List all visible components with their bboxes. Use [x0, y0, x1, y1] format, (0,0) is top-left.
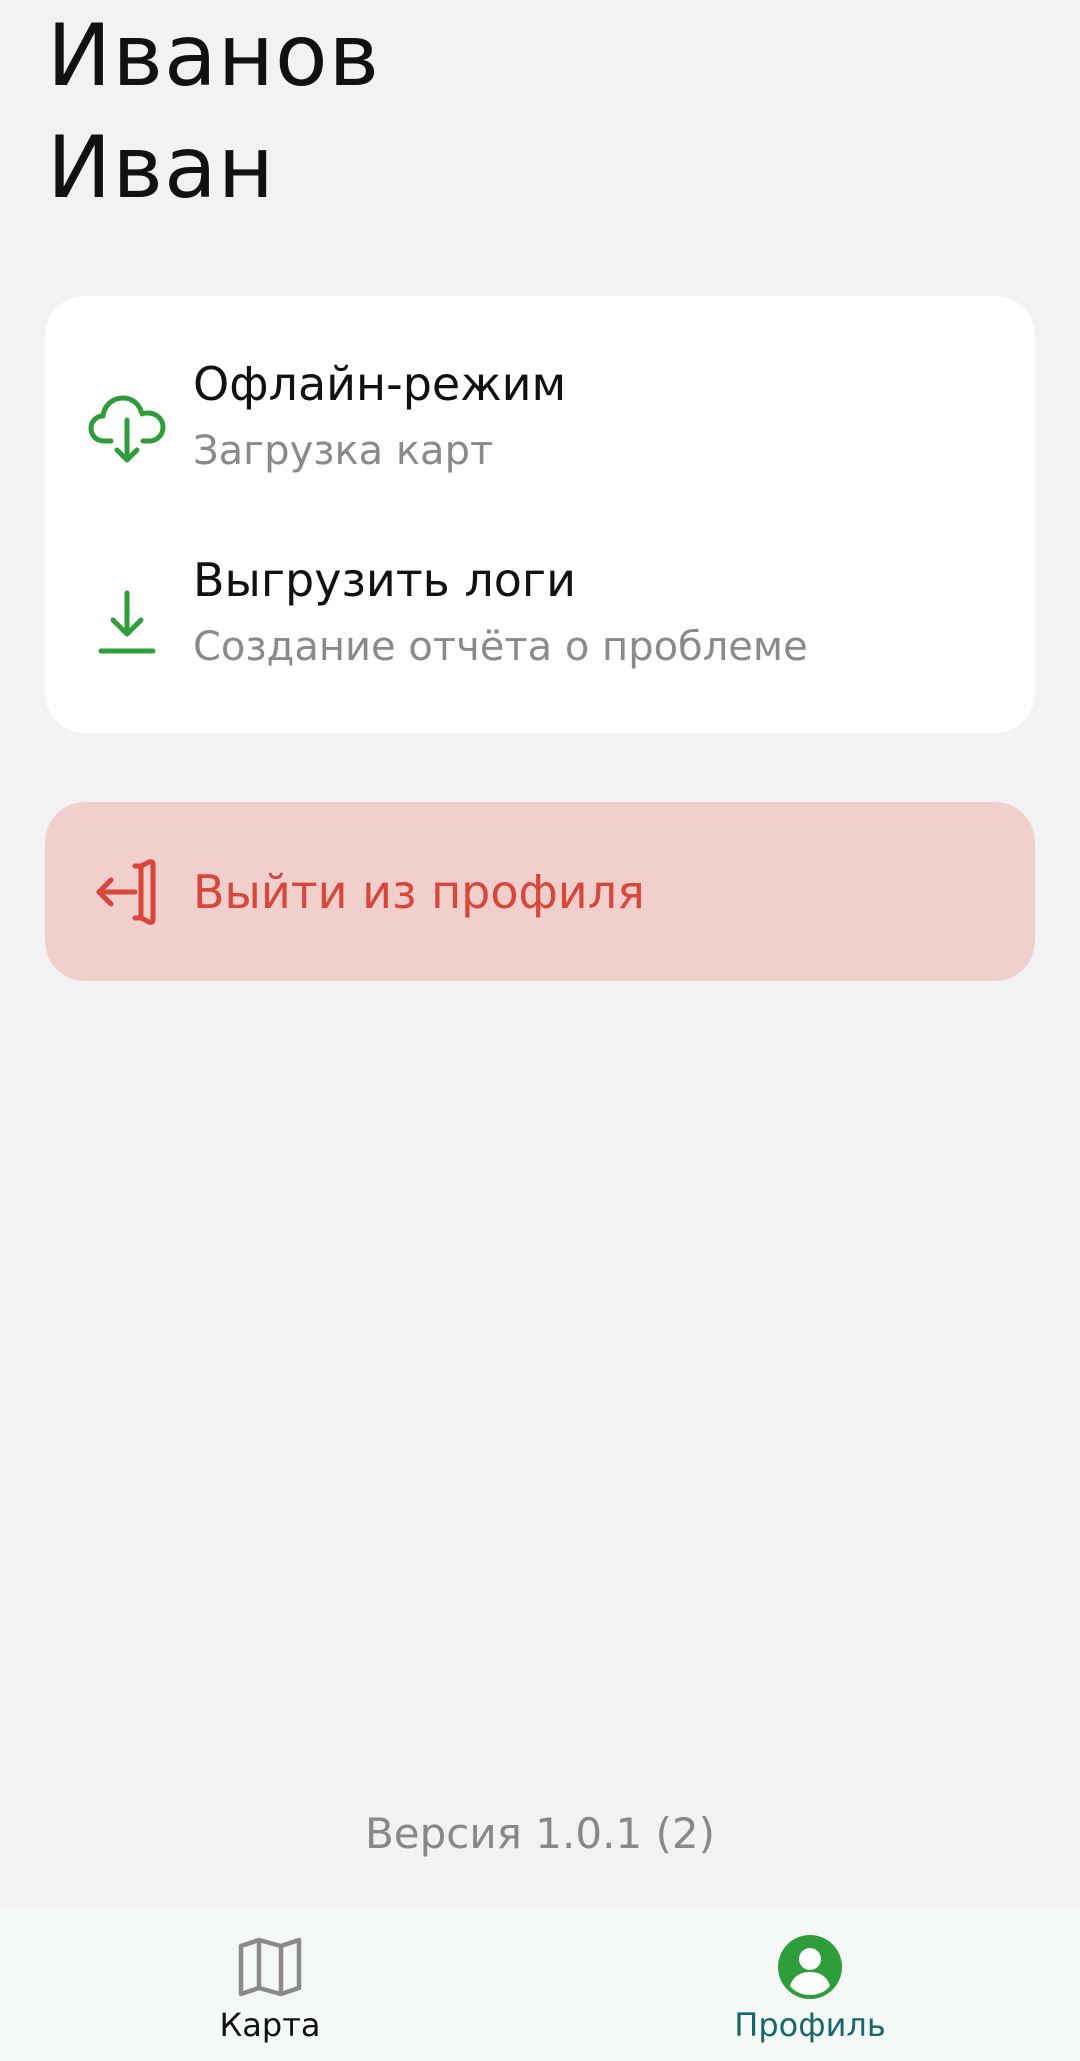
export-logs-subtitle: Создание отчёта о проблеме — [193, 624, 808, 670]
settings-card: Офлайн-режим Загрузка карт Выгрузить лог… — [45, 296, 1035, 733]
nav-item-map[interactable]: Карта — [0, 1908, 540, 2061]
profile-icon — [777, 1934, 843, 2000]
cloud-download-icon — [87, 386, 167, 466]
export-logs-item[interactable]: Выгрузить логи Создание отчёта о проблем… — [45, 492, 1035, 688]
export-logs-title: Выгрузить логи — [193, 553, 576, 607]
app-version: Версия 1.0.1 (2) — [364, 1809, 716, 1858]
download-icon — [87, 583, 167, 663]
offline-mode-title: Офлайн-режим — [193, 357, 567, 411]
profile-name: Иванов Иван — [47, 0, 380, 224]
offline-mode-item[interactable]: Офлайн-режим Загрузка карт — [45, 296, 1035, 492]
nav-label-map: Карта — [219, 2006, 321, 2044]
nav-item-profile[interactable]: Профиль — [540, 1908, 1080, 2061]
offline-mode-subtitle: Загрузка карт — [193, 428, 494, 474]
map-icon — [237, 1934, 303, 2000]
profile-first-name: Иван — [47, 118, 275, 218]
logout-icon — [89, 852, 169, 932]
nav-label-profile: Профиль — [734, 2006, 886, 2044]
profile-last-name: Иванов — [47, 6, 381, 106]
logout-label: Выйти из профиля — [193, 865, 645, 919]
logout-button[interactable]: Выйти из профиля — [45, 802, 1035, 981]
bottom-navigation: Карта Профиль — [0, 1908, 1080, 2061]
